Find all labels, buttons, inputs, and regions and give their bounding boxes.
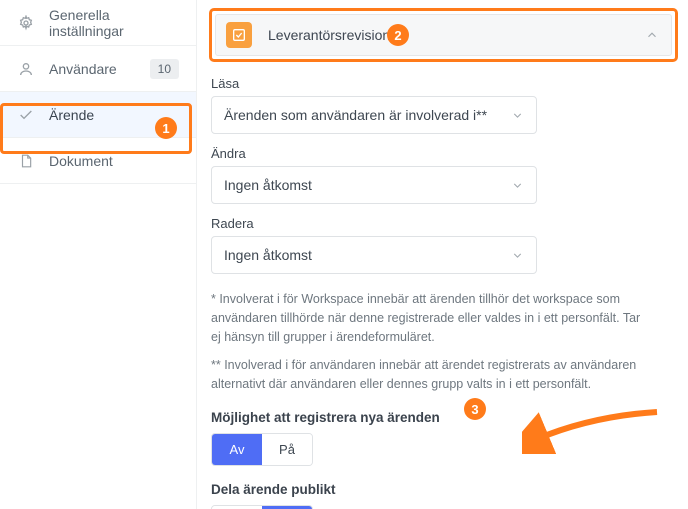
check-icon (17, 106, 35, 124)
callout-badge-3: 3 (464, 398, 486, 420)
register-toggle: Av På (211, 433, 313, 466)
section-header[interactable]: Leverantörsrevision (215, 14, 672, 56)
edit-value: Ingen åtkomst (224, 177, 511, 193)
sidebar-item-label: Dokument (49, 153, 179, 169)
gear-icon (17, 14, 35, 32)
delete-value: Ingen åtkomst (224, 247, 511, 263)
edit-select[interactable]: Ingen åtkomst (211, 166, 537, 204)
register-heading: Möjlighet att registrera nya ärenden (211, 410, 678, 425)
user-icon (17, 60, 35, 78)
chevron-down-icon (511, 109, 524, 122)
chevron-down-icon (511, 179, 524, 192)
register-on[interactable]: På (262, 434, 312, 465)
callout-highlight-2: Leverantörsrevision 2 (209, 8, 678, 62)
edit-label: Ändra (211, 146, 678, 161)
user-count-badge: 10 (150, 59, 179, 79)
settings-sidebar: Generella inställningar Användare 10 Äre… (0, 0, 197, 509)
document-icon (17, 152, 35, 170)
read-value: Ärenden som användaren är involverad i** (224, 107, 511, 123)
footnote-1: * Involverat i för Workspace innebär att… (211, 290, 651, 346)
read-select[interactable]: Ärenden som användaren är involverad i** (211, 96, 537, 134)
share-toggle: Av På (211, 505, 313, 509)
share-heading: Dela ärende publikt (211, 482, 678, 497)
sidebar-item-documents[interactable]: Dokument (0, 138, 196, 184)
section-title: Leverantörsrevision (268, 27, 645, 43)
sidebar-item-users[interactable]: Användare 10 (0, 46, 196, 92)
footnote-2: ** Involverad i för användaren innebär a… (211, 356, 651, 394)
audit-icon (226, 22, 252, 48)
delete-select[interactable]: Ingen åtkomst (211, 236, 537, 274)
sidebar-item-label: Generella inställningar (49, 7, 179, 39)
read-label: Läsa (211, 76, 678, 91)
register-off[interactable]: Av (212, 434, 262, 465)
sidebar-item-general[interactable]: Generella inställningar (0, 0, 196, 46)
callout-badge-2: 2 (387, 24, 409, 46)
callout-badge-1: 1 (155, 117, 177, 139)
delete-label: Radera (211, 216, 678, 231)
chevron-down-icon (511, 249, 524, 262)
chevron-up-icon (645, 28, 659, 42)
settings-content: Leverantörsrevision 2 Läsa Ärenden som a… (197, 0, 688, 509)
sidebar-item-label: Användare (49, 61, 150, 77)
